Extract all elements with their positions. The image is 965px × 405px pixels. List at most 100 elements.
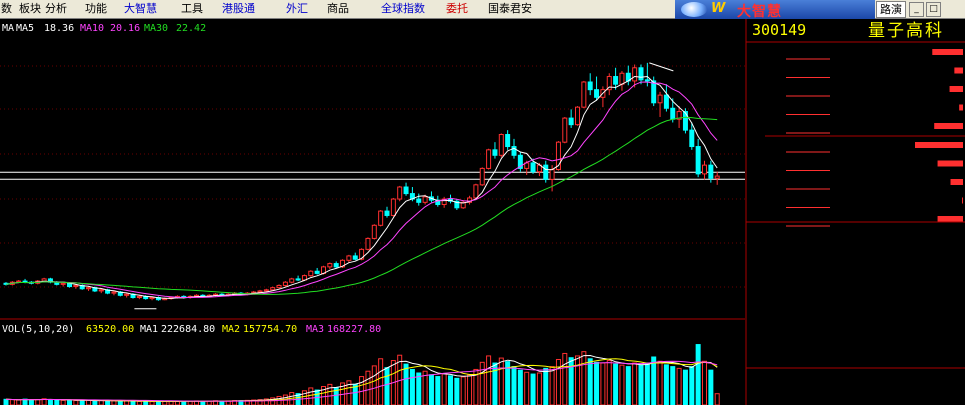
- volume-bar: [155, 400, 161, 405]
- volume-bar: [632, 362, 638, 405]
- stock-code: 300149: [752, 21, 806, 39]
- candle-body: [270, 287, 276, 291]
- candle-body: [651, 80, 657, 104]
- candle-body: [657, 94, 663, 104]
- globe-icon: [681, 2, 707, 17]
- candle-body: [575, 106, 580, 126]
- volume-bar: [663, 364, 669, 405]
- volume-bar: [181, 400, 187, 405]
- volume-bar: [575, 355, 580, 405]
- roadshow-button[interactable]: 路演: [876, 1, 906, 18]
- candle-body: [149, 296, 155, 300]
- maximize-button[interactable]: □: [926, 2, 941, 17]
- candle-body: [371, 224, 377, 239]
- ma30-name: MA30: [144, 23, 168, 34]
- candle-body: [136, 295, 142, 298]
- candle-body: [549, 169, 555, 180]
- ma-label: MA: [2, 23, 14, 34]
- quote-background: [745, 19, 965, 405]
- volume-bar: [200, 400, 206, 405]
- volume-bar: [416, 372, 422, 405]
- menu-bar: 数 板块 分析 功能 大智慧 工具 港股通 外汇 商品 全球指数 委托 国泰君安…: [0, 0, 965, 20]
- minimize-button[interactable]: _: [909, 2, 924, 17]
- candle-body: [162, 298, 168, 301]
- volume-bar: [371, 365, 377, 405]
- menu-item-commodities[interactable]: 商品: [327, 2, 349, 16]
- candle-body: [365, 237, 371, 250]
- volume-bar: [530, 373, 536, 405]
- vol-ma3-value: 168227.80: [327, 324, 381, 335]
- volume-bar: [98, 400, 104, 405]
- candle-body: [333, 263, 339, 268]
- volume-bar: [219, 400, 225, 405]
- candle-body: [314, 270, 320, 274]
- volume-bar: [441, 373, 447, 405]
- volume-bar: [479, 361, 485, 405]
- candle-body: [289, 278, 295, 283]
- volume-bar: [606, 360, 612, 405]
- candle-body: [124, 293, 130, 296]
- ma10-name: MA10: [80, 23, 104, 34]
- volume-bar: [594, 361, 600, 405]
- menu-item-data[interactable]: 数: [1, 2, 12, 16]
- volume-bar: [651, 356, 657, 405]
- bid-depth-bar: [915, 142, 963, 148]
- menu-item-forex[interactable]: 外汇: [286, 2, 308, 16]
- volume-bar: [486, 355, 492, 405]
- candle-body: [422, 196, 428, 203]
- candle-body: [594, 89, 600, 98]
- vol-indicator-label: VOL(5,10,20): [2, 324, 74, 335]
- menu-item-dazhihui[interactable]: 大智慧: [124, 2, 157, 16]
- vol-ma1-value: 222684.80: [161, 324, 215, 335]
- volume-bar: [143, 400, 149, 405]
- candle: [397, 185, 403, 202]
- candle: [289, 277, 295, 284]
- candle-body: [486, 149, 492, 169]
- menu-item-trade[interactable]: 委托: [446, 2, 468, 16]
- candle-body: [638, 67, 644, 81]
- volume-bar: [498, 357, 504, 405]
- menu-item-sectors[interactable]: 板块: [19, 2, 41, 16]
- candle-body: [257, 290, 263, 293]
- menu-item-analysis[interactable]: 分析: [45, 2, 67, 16]
- volume-bar: [79, 400, 85, 405]
- candle: [581, 80, 587, 109]
- volume-bar: [714, 393, 720, 405]
- menu-item-broker[interactable]: 国泰君安: [488, 2, 532, 16]
- volume-bar: [454, 377, 460, 405]
- volume-bar: [111, 400, 117, 405]
- ma5-value: 18.36: [44, 23, 74, 34]
- volume-bar: [702, 360, 707, 405]
- volume-bar: [676, 367, 682, 405]
- candle-body: [695, 146, 701, 175]
- volume-bar: [308, 387, 314, 405]
- volume-bar: [422, 370, 428, 405]
- candle-body: [73, 284, 79, 288]
- candle-body: [263, 289, 269, 292]
- volume-bar: [562, 352, 568, 405]
- candle: [155, 296, 161, 301]
- candle-body: [613, 76, 619, 85]
- candle-body: [86, 287, 92, 290]
- candle-body: [562, 117, 568, 143]
- candle: [371, 224, 377, 240]
- volume-bar: [511, 366, 517, 405]
- menu-item-functions[interactable]: 功能: [85, 2, 107, 16]
- candle-body: [587, 81, 593, 91]
- menu-item-hk-connect[interactable]: 港股通: [222, 2, 255, 16]
- candle-body: [98, 289, 104, 292]
- candle: [390, 197, 396, 217]
- menu-item-tools[interactable]: 工具: [181, 2, 203, 16]
- candle: [365, 237, 371, 251]
- quote-panel: 300149 量子高科: [745, 19, 965, 405]
- candle-body: [708, 164, 714, 179]
- logo-mark: W: [711, 1, 726, 16]
- candle: [282, 281, 288, 287]
- volume-bar: [657, 360, 663, 405]
- menu-item-global-indices[interactable]: 全球指数: [381, 2, 425, 16]
- candle: [575, 106, 580, 126]
- candle-body: [308, 270, 314, 277]
- volume-bar: [625, 366, 631, 405]
- volume-bar: [428, 374, 434, 405]
- candle-body: [543, 164, 549, 180]
